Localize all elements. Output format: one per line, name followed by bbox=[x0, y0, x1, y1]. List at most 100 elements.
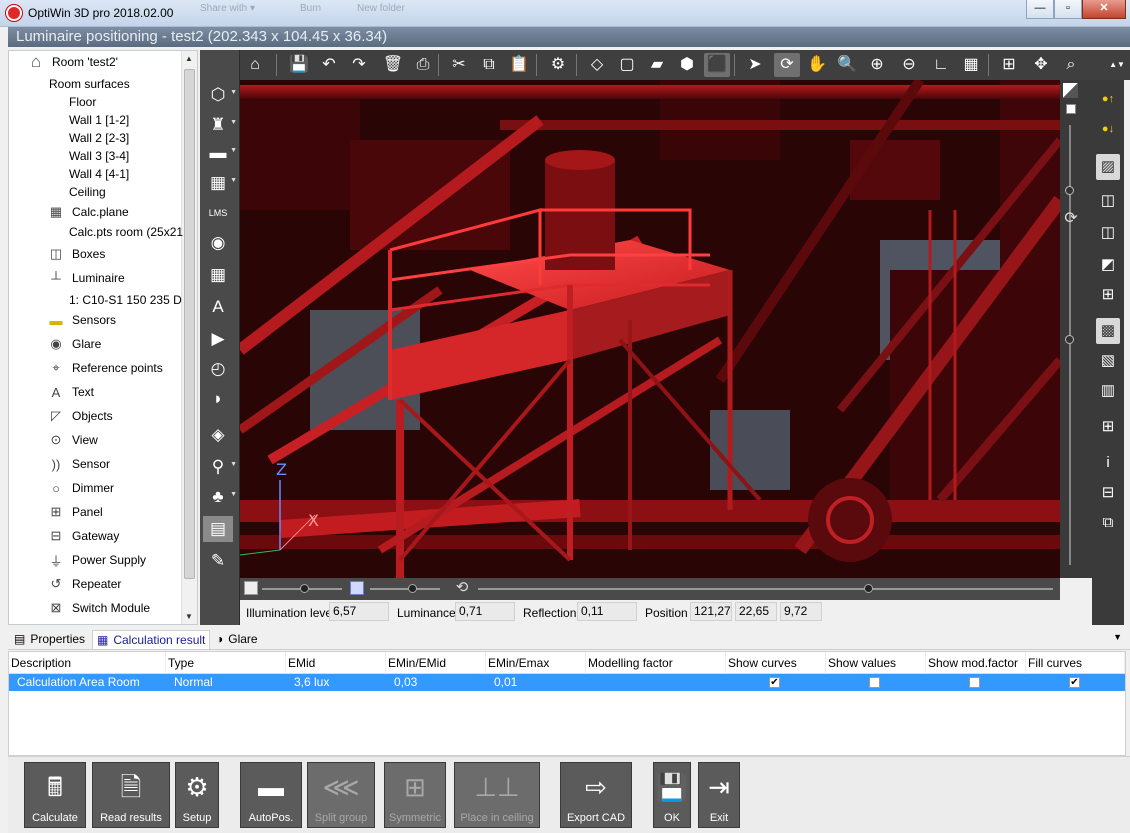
print-icon[interactable]: ⎙ bbox=[410, 53, 436, 77]
tree-item[interactable]: ⊟ Gateway bbox=[47, 526, 120, 546]
grid-plane-icon[interactable] bbox=[350, 581, 364, 595]
vertical-slider-knob-lower[interactable] bbox=[1065, 335, 1074, 344]
plane-icon[interactable] bbox=[244, 581, 258, 595]
setup-button[interactable]: ⚙ Setup bbox=[175, 762, 219, 828]
tree-item[interactable]: ◉ Glare bbox=[47, 334, 101, 354]
tree-item[interactable]: ○ Dimmer bbox=[47, 478, 114, 498]
zoom-icon[interactable]: 🔍 bbox=[834, 53, 860, 77]
tree-item[interactable]: Ceiling bbox=[69, 182, 106, 202]
exit-button[interactable]: ⇥ Exit bbox=[698, 762, 740, 828]
column-header-emid[interactable]: EMid bbox=[286, 652, 386, 674]
save-icon[interactable]: 💾 bbox=[286, 53, 312, 77]
table-row[interactable]: Calculation Area Room Normal 3,6 lux 0,0… bbox=[9, 674, 1125, 691]
cube-grid-icon[interactable]: ⊞ bbox=[1096, 282, 1120, 308]
tree-item[interactable]: Wall 1 [1-2] bbox=[69, 110, 129, 130]
grid-split-icon[interactable]: ⊞ bbox=[1096, 414, 1120, 440]
undo-icon[interactable]: ↶ bbox=[316, 53, 342, 77]
text-tool-icon[interactable]: A bbox=[203, 294, 233, 320]
rotate-vertical-icon[interactable]: ⟳ bbox=[1060, 208, 1082, 230]
network-icon[interactable]: ⊟ bbox=[1096, 480, 1120, 506]
tiles-icon[interactable]: ▦ bbox=[203, 262, 233, 288]
tree-item[interactable]: Wall 4 [4-1] bbox=[69, 164, 129, 184]
tree-item[interactable]: ⌂ Room 'test2' bbox=[27, 52, 118, 72]
tree-item[interactable]: Wall 3 [3-4] bbox=[69, 146, 129, 166]
cube-color-icon[interactable]: ◩ bbox=[1096, 252, 1120, 278]
tree-item[interactable]: ⊠ Switch Module bbox=[47, 598, 151, 618]
read-results-button[interactable]: 🗎 Read results bbox=[92, 762, 170, 828]
show-curves-checkbox[interactable]: ✔ bbox=[769, 677, 780, 688]
chair-icon[interactable]: ♜ ▼ bbox=[203, 112, 237, 138]
gauge-icon[interactable]: ◴ bbox=[203, 356, 233, 382]
box-view-icon[interactable]: ▢ bbox=[614, 53, 640, 77]
tree-item[interactable]: ▦ Calc.plane bbox=[47, 202, 129, 222]
maximize-button[interactable]: ▫ bbox=[1054, 0, 1082, 19]
tree-item[interactable]: ⌖ Reference points bbox=[47, 358, 162, 378]
tree-item[interactable]: ◸ Objects bbox=[47, 406, 113, 426]
column-header-emin-emid[interactable]: EMin/EMid bbox=[386, 652, 486, 674]
lms-icon[interactable]: LMS bbox=[203, 200, 233, 226]
fit-view-icon[interactable]: ⊞ bbox=[996, 53, 1022, 77]
color-scale-icon[interactable]: ▩ bbox=[1096, 318, 1120, 344]
show-mod-factor-checkbox[interactable] bbox=[969, 677, 980, 688]
calculate-button[interactable]: 🖩 Calculate bbox=[24, 762, 86, 828]
slider-knob-3[interactable] bbox=[864, 584, 873, 593]
calc-grid-icon[interactable]: ▦ ▼ bbox=[203, 170, 237, 196]
grid-view-icon[interactable]: ▦ bbox=[958, 53, 984, 77]
slider-knob-2[interactable] bbox=[408, 584, 417, 593]
fill-curves-checkbox[interactable]: ✔ bbox=[1069, 677, 1080, 688]
wireframe-icon[interactable]: ◇ bbox=[584, 53, 610, 77]
zoom-in-icon[interactable]: ⊕ bbox=[864, 53, 890, 77]
lamp-up-icon[interactable]: ●↑ bbox=[1096, 86, 1120, 112]
tree-lamp-icon[interactable]: ♣ ▼ bbox=[203, 484, 237, 510]
render-viewport[interactable]: Z X bbox=[240, 80, 1060, 578]
column-header-show-mod-factor[interactable]: Show mod.factor bbox=[926, 652, 1026, 674]
scroll-down-icon[interactable]: ▼ bbox=[185, 612, 193, 621]
zoom-window-icon[interactable]: ⌕ bbox=[1058, 53, 1084, 77]
light-dark-toggle-icon[interactable] bbox=[1063, 83, 1078, 98]
rotate-icon[interactable]: ⟳ bbox=[774, 53, 800, 77]
delete-icon[interactable]: 🗑 bbox=[380, 53, 406, 77]
tree-item[interactable]: Calc.pts room (25x21 bbox=[69, 222, 183, 242]
scroll-up-icon[interactable]: ▲ bbox=[185, 54, 193, 63]
redo-icon[interactable]: ↷ bbox=[346, 53, 372, 77]
tree-item[interactable]: )) Sensor bbox=[47, 454, 110, 474]
render-view-icon[interactable]: ⬛ bbox=[704, 53, 730, 77]
horizontal-slider-bar[interactable]: ⟲ bbox=[240, 578, 1060, 600]
tree-item[interactable]: ▬ Sensors bbox=[47, 310, 117, 330]
dropdown-arrow-icon[interactable]: ▼ bbox=[230, 482, 237, 508]
dropdown-arrow-icon[interactable]: ▼ bbox=[230, 138, 237, 164]
scroll-thumb[interactable] bbox=[184, 69, 195, 579]
symmetric-button[interactable]: ⊞ Symmetric bbox=[384, 762, 446, 828]
tab-glare[interactable]: ◑ Glare bbox=[212, 630, 262, 649]
close-button[interactable]: ✕ bbox=[1082, 0, 1126, 19]
measure-icon[interactable]: ∟ bbox=[928, 53, 954, 77]
dropdown-arrow-icon[interactable]: ▼ bbox=[230, 80, 237, 106]
tree-item[interactable]: ┴ Luminaire bbox=[47, 268, 124, 288]
tab-properties[interactable]: ▤ Properties bbox=[10, 630, 89, 649]
cut-icon[interactable]: ✂ bbox=[446, 53, 472, 77]
column-header-description[interactable]: Description bbox=[9, 652, 166, 674]
slider-track-2[interactable] bbox=[370, 588, 440, 590]
column-header-fill-curves[interactable]: Fill curves bbox=[1026, 652, 1125, 674]
column-header-show-values[interactable]: Show values bbox=[826, 652, 926, 674]
home-icon[interactable]: ⌂ bbox=[242, 53, 268, 77]
eye-icon[interactable]: ◉ bbox=[203, 230, 233, 256]
pan-hand-icon[interactable]: ✋ bbox=[804, 53, 830, 77]
rotate-horizontal-icon[interactable]: ⟲ bbox=[452, 578, 472, 598]
luminaire-bar-icon[interactable]: ▬ ▼ bbox=[203, 140, 238, 166]
autopos-button[interactable]: ▬ AutoPos. bbox=[240, 762, 302, 828]
shaded-view-icon[interactable]: ⬢ bbox=[674, 53, 700, 77]
show-values-checkbox[interactable] bbox=[869, 677, 880, 688]
column-header-modelling-factor[interactable]: Modelling factor bbox=[586, 652, 726, 674]
place-in-ceiling-button[interactable]: ⊥⊥ Place in ceiling bbox=[454, 762, 540, 828]
column-header-type[interactable]: Type bbox=[166, 652, 286, 674]
paste-icon[interactable]: 📋 bbox=[506, 53, 532, 77]
render-icon[interactable]: ◈ bbox=[203, 422, 233, 448]
square-toggle-icon[interactable] bbox=[1066, 104, 1076, 114]
slider-track-3[interactable] bbox=[478, 588, 1053, 590]
column-header-emin-emax[interactable]: EMin/Emax bbox=[486, 652, 586, 674]
copy-doc-icon[interactable]: ⧉ bbox=[1096, 510, 1120, 536]
cube-small-icon[interactable]: ◫ bbox=[1096, 188, 1120, 214]
tab-calculation-result[interactable]: ▦ Calculation result bbox=[92, 630, 211, 649]
tree-scrollbar[interactable]: ▲ ▼ bbox=[181, 51, 197, 624]
